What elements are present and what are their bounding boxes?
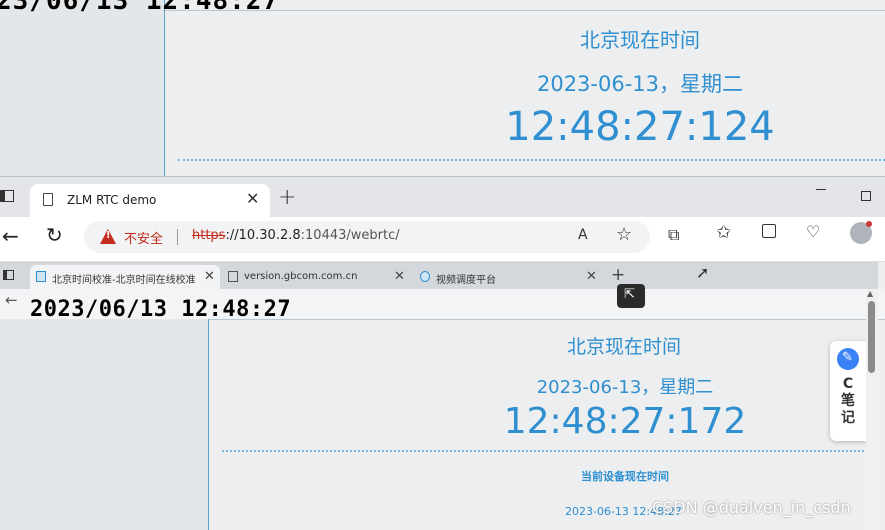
browser-essentials-icon[interactable]: ♡ xyxy=(806,222,820,241)
inner-tab-title: version.gbcom.com.cn xyxy=(244,271,358,282)
inner-tab-bar: 北京时间校准-北京时间在线校准 ✕ version.gbcom.com.cn ✕… xyxy=(0,262,878,289)
inner-back-icon: ← xyxy=(5,291,18,309)
shared-screen-capture: 北京时间校准-北京时间在线校准 ✕ version.gbcom.com.cn ✕… xyxy=(0,262,885,530)
inner-left-panel xyxy=(0,319,209,530)
background-capture: 23/06/13 12:48:27 北京现在时间 2023-06-13，星期二 … xyxy=(0,0,885,176)
minimize-icon[interactable] xyxy=(816,189,826,190)
extensions-icon[interactable]: ⧉ xyxy=(668,225,679,245)
background-dotted-divider xyxy=(178,159,885,161)
pen-icon: ✎ xyxy=(837,348,859,370)
inner-new-tab-icon: + xyxy=(611,265,626,285)
inner-tab-actions-icon xyxy=(3,270,14,280)
new-tab-button[interactable]: + xyxy=(278,185,296,210)
inner-clock-title: 北京现在时间 xyxy=(566,336,681,358)
inner-dotted-divider xyxy=(222,450,864,452)
inner-tab-video-platform: 视频调度平台 ✕ xyxy=(414,265,604,289)
side-note-widget[interactable]: ✎ C 笔 记 xyxy=(830,341,866,441)
refresh-button[interactable]: ↻ xyxy=(46,223,63,247)
share-screen-button[interactable]: ⇱ xyxy=(617,284,645,308)
profile-status-dot xyxy=(866,221,872,227)
inner-header-divider xyxy=(209,319,885,320)
background-left-panel xyxy=(0,0,165,176)
tab-zlm-rtc-demo[interactable]: ZLM RTC demo ✕ xyxy=(30,184,270,217)
tab-actions-icon[interactable] xyxy=(0,190,14,202)
url-host: ://10.30.2.8 xyxy=(225,228,301,243)
url-scheme: https xyxy=(192,228,226,243)
inner-tab-title: 视频调度平台 xyxy=(436,275,496,286)
close-icon: ✕ xyxy=(204,269,215,284)
background-clock-time: 12:48:27:124 xyxy=(505,104,775,150)
close-icon: ✕ xyxy=(394,269,405,284)
tab-title: ZLM RTC demo xyxy=(67,193,157,207)
inner-clock-date: 2023-06-13，星期二 xyxy=(536,377,714,398)
warning-exclamation: ! xyxy=(106,230,111,241)
csdn-watermark: CSDN @dualven_in_csdn xyxy=(652,498,851,517)
site-icon xyxy=(36,271,46,282)
pen-glyph: ✎ xyxy=(842,350,853,365)
back-button[interactable]: ← xyxy=(2,224,19,248)
inner-tab-version: version.gbcom.com.cn ✕ xyxy=(222,265,410,289)
background-clock-title: 北京现在时间 xyxy=(580,28,700,52)
page-icon xyxy=(43,193,53,206)
background-video-timestamp: 23/06/13 12:48:27 xyxy=(0,0,280,16)
close-icon: ✕ xyxy=(586,269,597,284)
inner-tab-beijing-time: 北京时间校准-北京时间在线校准 ✕ xyxy=(30,265,220,289)
inner-video-timestamp: 2023/06/13 12:48:27 xyxy=(30,297,292,322)
scroll-up-icon[interactable]: ▲ xyxy=(867,289,873,298)
address-bar[interactable]: ! 不安全 https://10.30.2.8:10443/webrtc/ A … xyxy=(84,221,650,253)
tab-bar: ZLM RTC demo ✕ + xyxy=(0,177,885,217)
address-divider xyxy=(177,229,178,245)
maximize-icon[interactable] xyxy=(861,191,871,201)
url-text[interactable]: https://10.30.2.8:10443/webrtc/ xyxy=(192,228,400,243)
browser-toolbar: ← ↻ ! 不安全 https://10.30.2.8:10443/webrtc… xyxy=(0,217,885,262)
close-tab-icon[interactable]: ✕ xyxy=(246,189,259,208)
page-icon xyxy=(228,271,238,282)
collections-icon[interactable] xyxy=(762,224,776,238)
device-time-label: 当前设备现在时间 xyxy=(581,470,669,483)
inner-tab-title: 北京时间校准-北京时间在线校准 xyxy=(52,275,196,286)
security-warning-label[interactable]: 不安全 xyxy=(124,228,163,247)
share-icon: ⇱ xyxy=(624,287,635,302)
side-note-label: C 笔 记 xyxy=(841,376,855,426)
inner-clock-time: 12:48:27:172 xyxy=(503,401,747,442)
background-clock-date: 2023-06-13，星期二 xyxy=(536,72,744,96)
scrollbar-thumb[interactable] xyxy=(868,301,875,373)
mouse-cursor-icon: ➚ xyxy=(696,263,710,282)
add-favorite-icon[interactable]: ☆ xyxy=(616,224,632,245)
url-port-path: :10443/webrtc/ xyxy=(300,228,400,243)
read-aloud-icon[interactable]: A xyxy=(578,227,588,243)
browser-window: ZLM RTC demo ✕ + ← ↻ ! 不安全 https://10.30… xyxy=(0,176,885,530)
favorites-icon[interactable]: ✩ xyxy=(716,222,731,243)
globe-icon xyxy=(420,271,430,282)
